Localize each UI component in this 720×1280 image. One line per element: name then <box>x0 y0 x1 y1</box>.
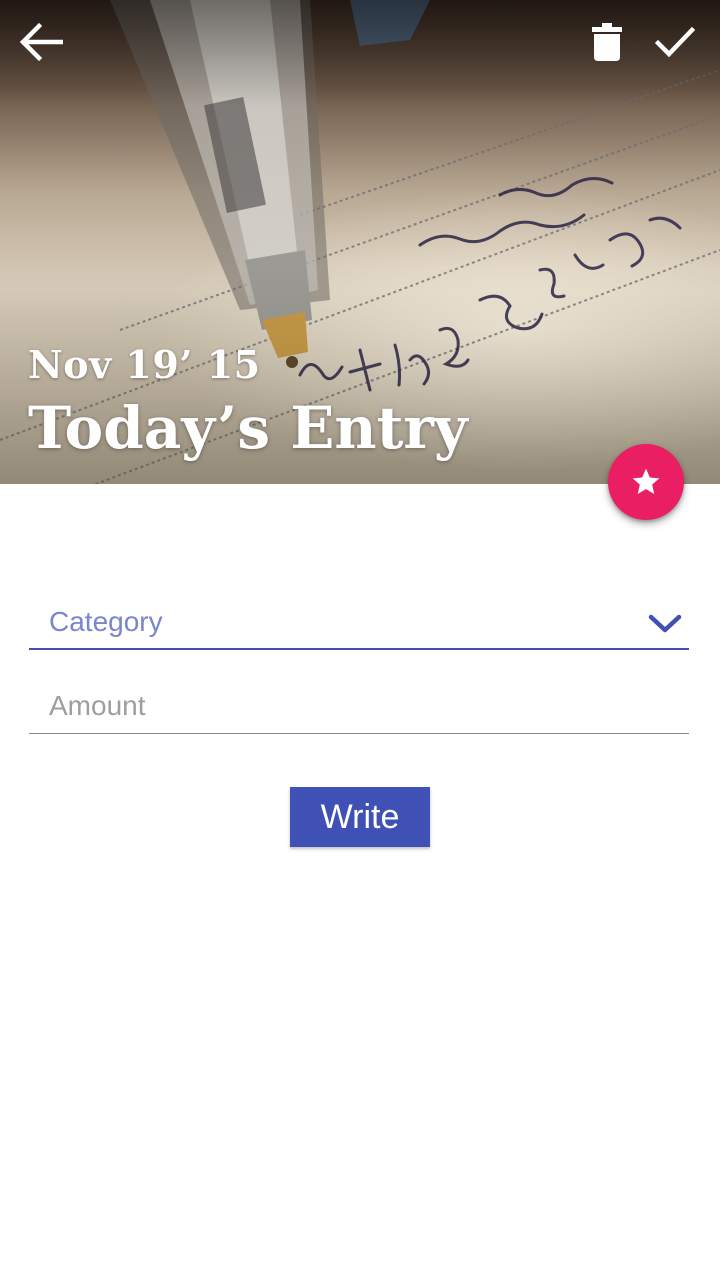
confirm-button[interactable] <box>643 10 707 74</box>
category-label: Category <box>49 606 163 637</box>
write-button[interactable]: Write <box>290 787 430 847</box>
favorite-fab[interactable] <box>608 444 684 520</box>
header-photo: Nov 19’ 15 Today’s Entry <box>0 0 720 484</box>
back-button[interactable] <box>9 10 73 74</box>
page-title: Today’s Entry <box>28 394 468 462</box>
star-icon <box>632 468 660 494</box>
check-icon <box>655 26 695 58</box>
arrow-back-icon <box>19 22 63 62</box>
category-dropdown[interactable]: Category <box>29 590 689 650</box>
entry-date: Nov 19’ 15 <box>28 342 261 387</box>
delete-button[interactable] <box>575 10 639 74</box>
trash-icon <box>592 23 622 61</box>
amount-input[interactable] <box>49 686 649 726</box>
amount-field[interactable] <box>29 674 689 734</box>
chevron-down-icon <box>648 614 682 633</box>
